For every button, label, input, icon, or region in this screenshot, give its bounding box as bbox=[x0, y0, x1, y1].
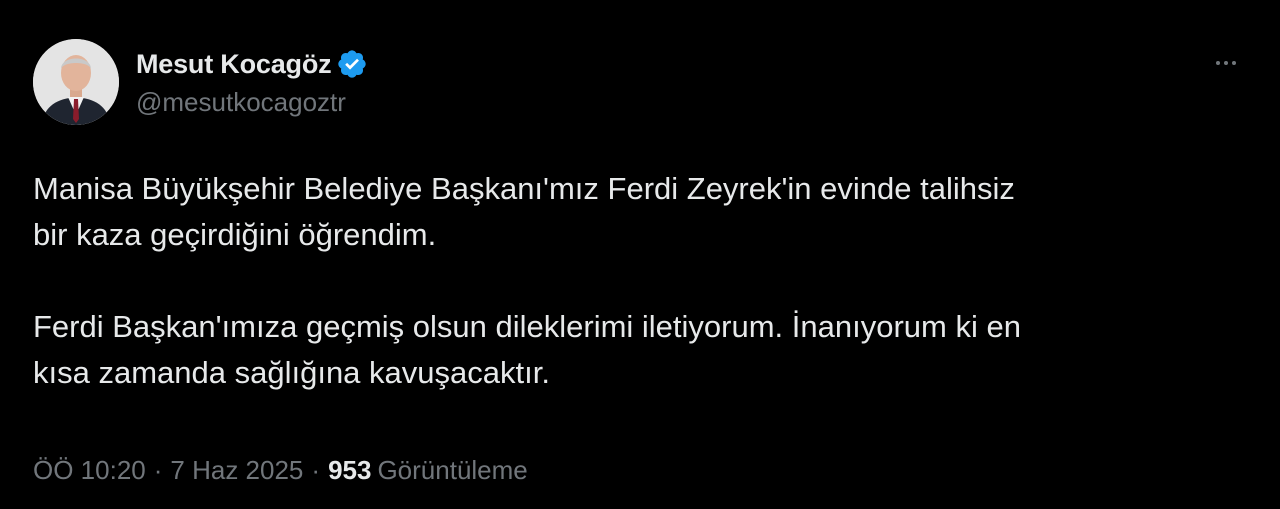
avatar[interactable] bbox=[33, 39, 119, 125]
views-label[interactable]: Görüntüleme bbox=[377, 455, 527, 485]
tweet-card: Mesut Kocagöz @mesutkocagoztr Manisa Büy… bbox=[0, 0, 1280, 509]
tweet-text-line: Ferdi Başkan'ımıza geçmiş olsun dilekler… bbox=[33, 309, 1021, 344]
more-dot bbox=[1224, 61, 1228, 65]
tweet-text-line: Manisa Büyükşehir Belediye Başkanı'mız F… bbox=[33, 171, 1015, 206]
tweet-text-line: kısa zamanda sağlığına kavuşacaktır. bbox=[33, 355, 550, 390]
more-dot bbox=[1216, 61, 1220, 65]
more-dot bbox=[1232, 61, 1236, 65]
avatar-portrait-icon bbox=[33, 39, 119, 125]
meta-separator: · bbox=[311, 455, 321, 485]
verified-badge-icon[interactable] bbox=[336, 48, 368, 80]
more-horizontal-icon[interactable] bbox=[1206, 52, 1246, 74]
tweet-text: Manisa Büyükşehir Belediye Başkanı'mız F… bbox=[33, 166, 1248, 396]
views-count[interactable]: 953 bbox=[328, 455, 371, 485]
author-display-name[interactable]: Mesut Kocagöz bbox=[136, 49, 332, 80]
tweet-meta: ÖÖ 10:20 · 7 Haz 2025 · 953 Görüntüleme bbox=[33, 455, 528, 486]
tweet-text-line: bir kaza geçirdiğini öğrendim. bbox=[33, 217, 437, 252]
author-handle[interactable]: @mesutkocagoztr bbox=[136, 87, 346, 118]
tweet-time[interactable]: ÖÖ 10:20 bbox=[33, 455, 146, 485]
author-name-row: Mesut Kocagöz bbox=[136, 44, 368, 84]
tweet-date[interactable]: 7 Haz 2025 bbox=[170, 455, 303, 485]
meta-separator: · bbox=[153, 455, 163, 485]
